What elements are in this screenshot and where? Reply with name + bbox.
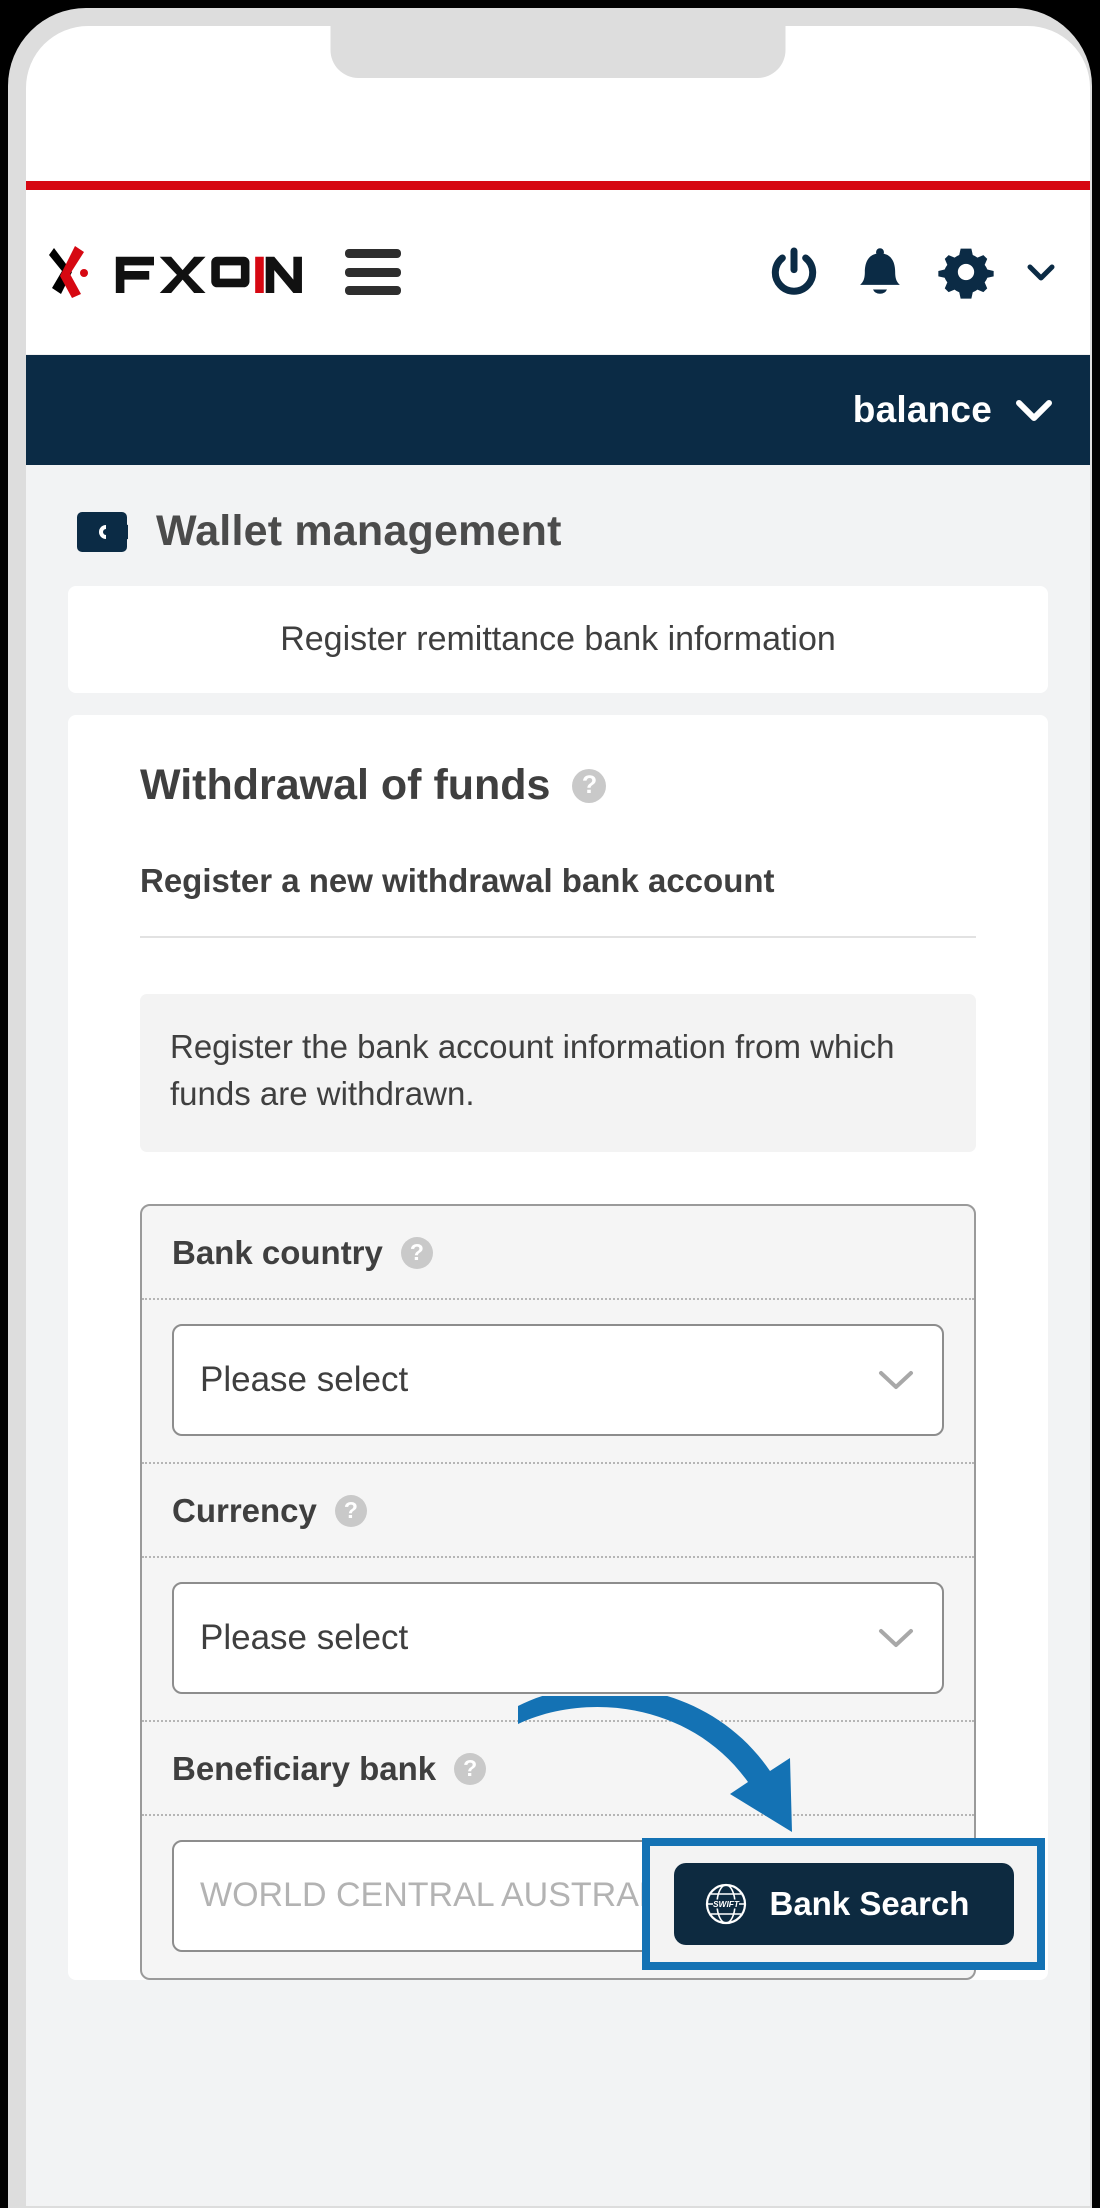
field-label-bank-country: Bank country ?	[142, 1206, 974, 1300]
chevron-down-icon[interactable]	[1024, 255, 1058, 289]
withdrawal-title: Withdrawal of funds	[140, 761, 551, 809]
balance-bar[interactable]: balance	[26, 355, 1090, 465]
hamburger-bar-2	[344, 267, 401, 277]
help-circle-icon[interactable]: ?	[454, 1752, 487, 1785]
bank-country-select-value: Please select	[200, 1359, 409, 1399]
hamburger-bar-1	[344, 249, 401, 258]
currency-select-value: Please select	[200, 1617, 409, 1657]
balance-label: balance	[852, 389, 992, 430]
register-remittance-bank-card[interactable]: Register remittance bank information	[68, 586, 1048, 693]
info-box: Register the bank account information fr…	[140, 994, 976, 1152]
field-label-currency: Currency ?	[142, 1464, 974, 1558]
phone-screen: balance Wallet management Register remit…	[26, 26, 1090, 2206]
header-actions	[766, 244, 1058, 300]
fxon-x-logo-icon	[49, 246, 88, 298]
brand-accent-bar	[26, 181, 1090, 190]
withdrawal-subtitle: Register a new withdrawal bank account	[140, 862, 775, 899]
help-circle-icon[interactable]: ?	[572, 768, 607, 803]
bell-icon[interactable]	[852, 244, 908, 300]
bank-search-button[interactable]: SWIFT Bank Search	[673, 1863, 1014, 1945]
chevron-down-icon[interactable]	[1014, 397, 1054, 423]
field-label-text: Beneficiary bank	[172, 1749, 437, 1787]
power-icon[interactable]	[766, 244, 822, 300]
gear-icon[interactable]	[938, 244, 994, 300]
withdrawal-title-row: Withdrawal of funds ?	[140, 761, 976, 810]
bank-search-label: Bank Search	[769, 1885, 970, 1922]
withdrawal-of-funds-card: Withdrawal of funds ? Register a new wit…	[68, 715, 1048, 1980]
field-label-text: Currency	[172, 1491, 317, 1529]
page-header: Wallet management	[26, 465, 1090, 586]
currency-select[interactable]: Please select	[172, 1581, 944, 1694]
field-label-text: Bank country	[172, 1233, 383, 1271]
bank-country-select[interactable]: Please select	[172, 1323, 944, 1436]
phone-body: balance Wallet management Register remit…	[8, 8, 1092, 2208]
svg-text:SWIFT: SWIFT	[712, 1899, 739, 1909]
hamburger-menu-icon[interactable]	[344, 249, 401, 295]
wallet-icon	[77, 511, 128, 552]
bank-search-highlight-box: SWIFT Bank Search	[642, 1838, 1045, 1970]
page-title: Wallet management	[156, 507, 562, 555]
phone-frame: balance Wallet management Register remit…	[0, 0, 1100, 2208]
field-input-currency: Please select	[142, 1558, 974, 1722]
chevron-down-icon	[879, 1628, 913, 1647]
info-box-text: Register the bank account information fr…	[170, 1028, 895, 1112]
fxon-logo[interactable]	[48, 242, 303, 302]
section-divider	[140, 936, 976, 938]
phone-notch	[330, 26, 786, 78]
field-label-beneficiary-bank: Beneficiary bank ?	[142, 1722, 974, 1816]
swift-globe-icon: SWIFT	[705, 1883, 746, 1925]
fxon-wordmark	[115, 256, 302, 293]
help-circle-icon[interactable]: ?	[334, 1494, 367, 1527]
app-header	[26, 190, 1090, 355]
help-circle-icon[interactable]: ?	[400, 1236, 433, 1269]
chevron-down-icon	[879, 1370, 913, 1389]
register-remittance-bank-label: Register remittance bank information	[280, 620, 836, 658]
field-input-bank-country: Please select	[142, 1300, 974, 1464]
hamburger-bar-3	[344, 286, 401, 295]
